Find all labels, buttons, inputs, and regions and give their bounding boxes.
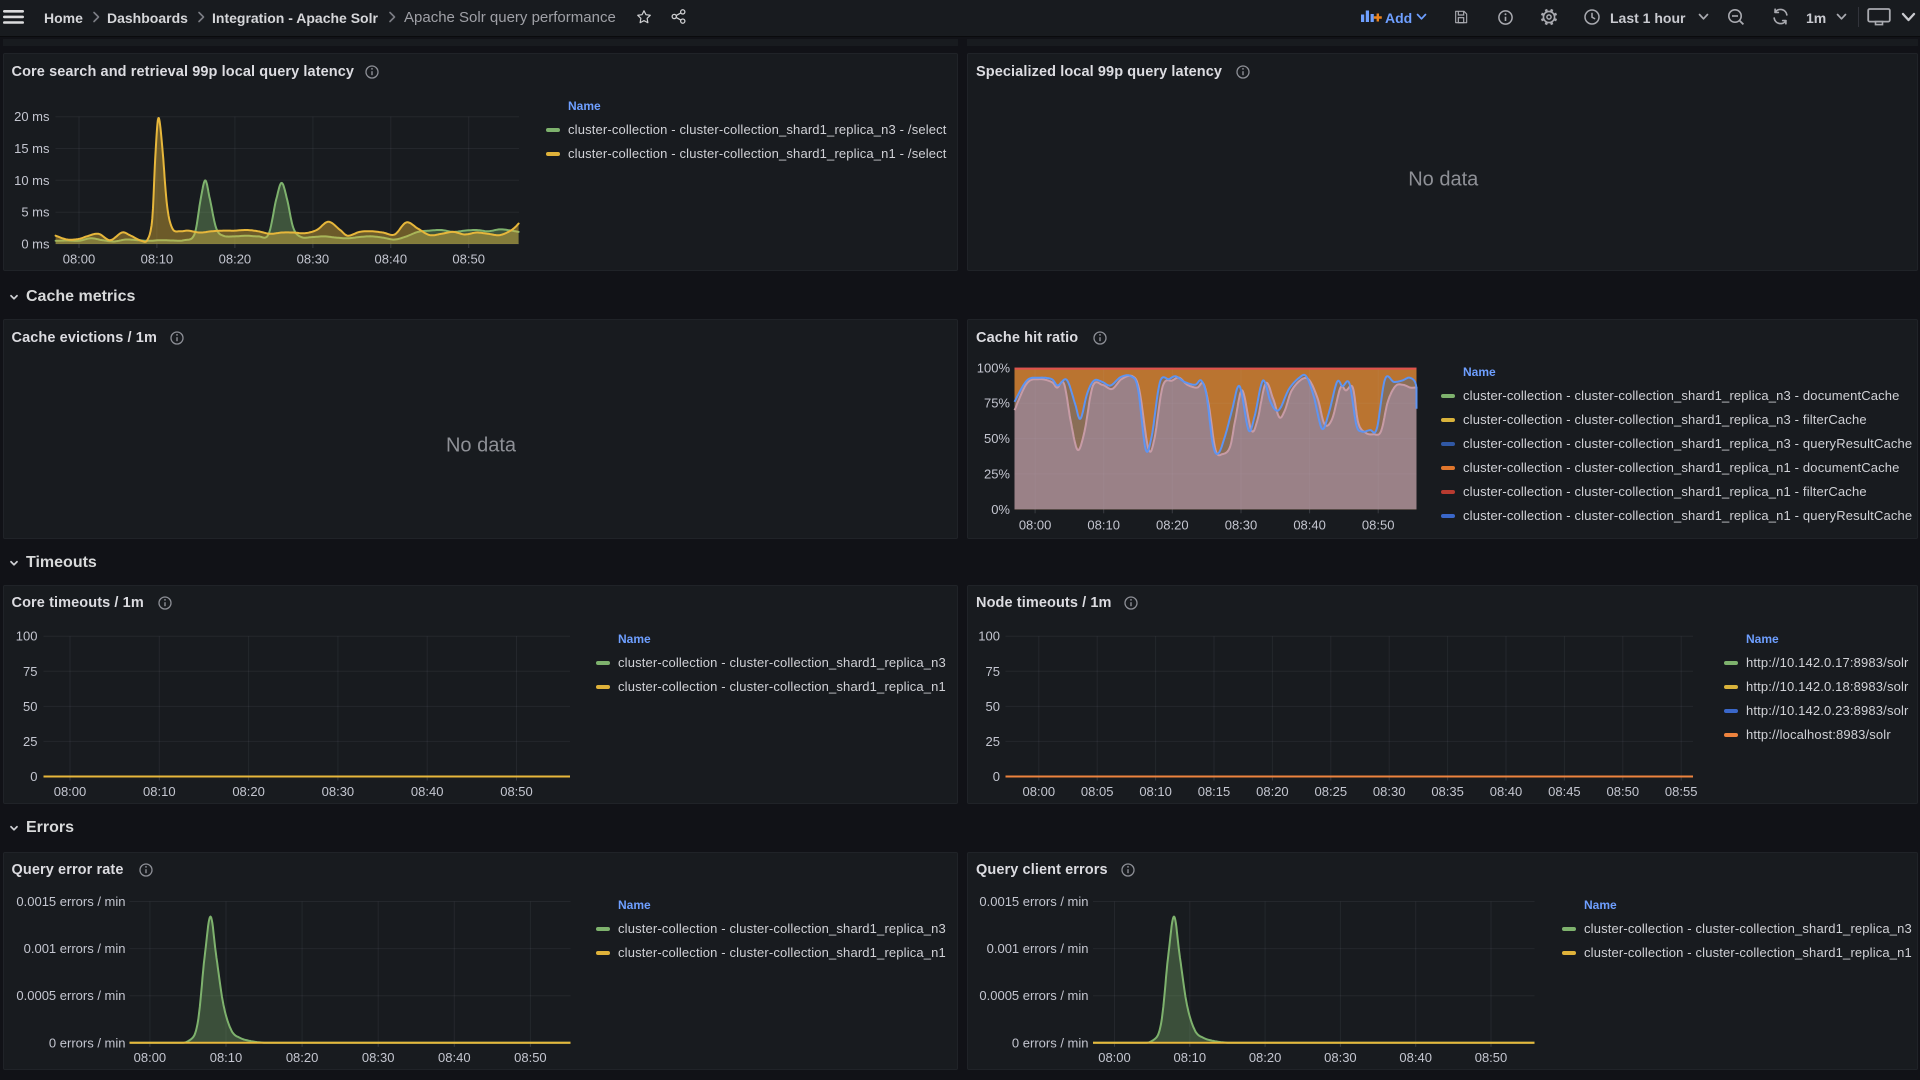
svg-text:08:10: 08:10 (209, 1050, 242, 1065)
svg-text:0 errors / min: 0 errors / min (1012, 1035, 1089, 1050)
svg-text:10 ms: 10 ms (14, 173, 50, 188)
svg-text:0 ms: 0 ms (21, 237, 50, 252)
svg-text:5 ms: 5 ms (21, 205, 50, 220)
svg-text:08:40: 08:40 (1399, 1050, 1432, 1065)
svg-text:08:50: 08:50 (1475, 1050, 1508, 1065)
svg-text:08:10: 08:10 (143, 784, 176, 799)
svg-text:20 ms: 20 ms (14, 109, 50, 124)
svg-text:0.001 errors / min: 0.001 errors / min (987, 941, 1089, 956)
svg-text:08:35: 08:35 (1431, 784, 1464, 799)
svg-text:08:00: 08:00 (1098, 1050, 1131, 1065)
svg-text:08:30: 08:30 (1324, 1050, 1357, 1065)
svg-text:75: 75 (986, 663, 1000, 678)
svg-text:08:50: 08:50 (1362, 518, 1395, 533)
svg-text:0 errors / min: 0 errors / min (48, 1035, 125, 1050)
svg-text:08:20: 08:20 (285, 1050, 318, 1065)
svg-text:08:45: 08:45 (1548, 784, 1581, 799)
svg-text:08:20: 08:20 (1156, 518, 1189, 533)
svg-text:08:15: 08:15 (1198, 784, 1231, 799)
svg-text:08:30: 08:30 (1225, 518, 1258, 533)
svg-text:50: 50 (23, 698, 37, 713)
svg-text:0.0015 errors / min: 0.0015 errors / min (979, 894, 1088, 909)
svg-text:08:10: 08:10 (1087, 518, 1120, 533)
svg-text:100: 100 (978, 628, 1000, 643)
svg-text:08:00: 08:00 (133, 1050, 166, 1065)
svg-text:0.001 errors / min: 0.001 errors / min (23, 941, 125, 956)
svg-text:08:10: 08:10 (140, 252, 173, 267)
svg-text:08:40: 08:40 (1490, 784, 1523, 799)
svg-text:08:30: 08:30 (361, 1050, 394, 1065)
svg-text:0: 0 (993, 769, 1000, 784)
svg-text:08:50: 08:50 (1607, 784, 1640, 799)
svg-text:50: 50 (986, 698, 1000, 713)
svg-text:0.0015 errors / min: 0.0015 errors / min (16, 894, 125, 909)
svg-text:08:55: 08:55 (1665, 784, 1698, 799)
svg-text:25%: 25% (984, 466, 1010, 481)
svg-text:08:00: 08:00 (1023, 784, 1056, 799)
svg-text:08:30: 08:30 (1373, 784, 1406, 799)
svg-text:08:50: 08:50 (500, 784, 533, 799)
svg-text:08:00: 08:00 (1019, 518, 1052, 533)
svg-text:08:50: 08:50 (514, 1050, 547, 1065)
svg-text:08:10: 08:10 (1139, 784, 1172, 799)
svg-text:08:20: 08:20 (1256, 784, 1289, 799)
svg-text:0: 0 (30, 769, 37, 784)
svg-text:100%: 100% (977, 360, 1011, 375)
svg-text:0%: 0% (991, 502, 1010, 517)
svg-text:08:20: 08:20 (1249, 1050, 1282, 1065)
svg-text:08:40: 08:40 (438, 1050, 471, 1065)
svg-text:08:30: 08:30 (296, 252, 329, 267)
svg-text:75%: 75% (984, 396, 1010, 411)
svg-text:25: 25 (986, 733, 1000, 748)
svg-text:0.0005 errors / min: 0.0005 errors / min (979, 988, 1088, 1003)
svg-text:08:00: 08:00 (62, 252, 95, 267)
svg-text:08:25: 08:25 (1315, 784, 1348, 799)
svg-text:08:40: 08:40 (410, 784, 443, 799)
svg-text:08:40: 08:40 (374, 252, 407, 267)
svg-text:0.0005 errors / min: 0.0005 errors / min (16, 988, 125, 1003)
svg-text:08:20: 08:20 (232, 784, 265, 799)
svg-text:15 ms: 15 ms (14, 141, 50, 156)
svg-text:50%: 50% (984, 431, 1010, 446)
svg-text:25: 25 (23, 733, 37, 748)
svg-text:75: 75 (23, 663, 37, 678)
svg-text:08:40: 08:40 (1293, 518, 1326, 533)
svg-text:08:00: 08:00 (53, 784, 86, 799)
svg-text:08:30: 08:30 (321, 784, 354, 799)
svg-text:08:10: 08:10 (1174, 1050, 1207, 1065)
svg-text:08:05: 08:05 (1081, 784, 1114, 799)
svg-text:08:20: 08:20 (218, 252, 251, 267)
svg-text:08:50: 08:50 (452, 252, 485, 267)
svg-text:100: 100 (15, 628, 37, 643)
